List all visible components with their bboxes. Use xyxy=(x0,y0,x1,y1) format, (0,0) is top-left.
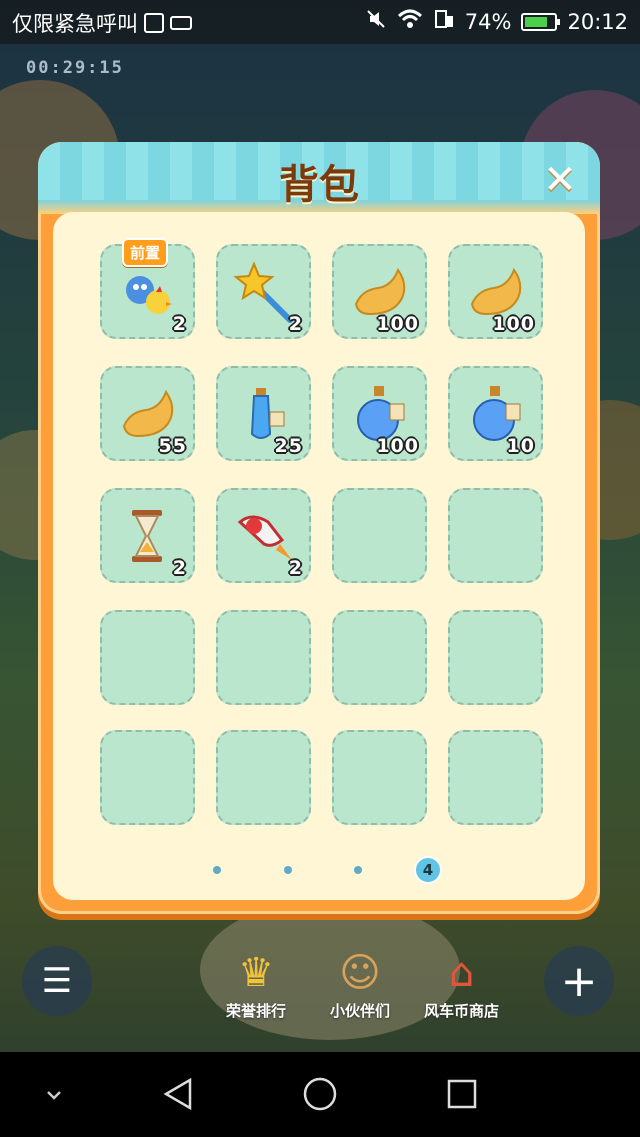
battery-percent: 74% xyxy=(464,9,512,34)
inventory-slot-empty[interactable] xyxy=(332,610,427,705)
inventory-slot[interactable]: 2 xyxy=(100,488,195,583)
clock: 20:12 xyxy=(567,9,628,34)
item-quantity: 10 xyxy=(506,435,535,457)
battery-icon xyxy=(521,12,561,31)
back-icon xyxy=(163,1077,192,1111)
dialog-title: 背包 xyxy=(279,162,359,208)
ranking-button[interactable]: ♛ 荣誉排行 xyxy=(226,950,286,1021)
page-dot[interactable] xyxy=(354,866,362,874)
shop-button[interactable]: ⌂ 风车币商店 xyxy=(424,950,499,1021)
collapse-icon xyxy=(47,1091,61,1100)
back-button[interactable] xyxy=(156,1072,200,1116)
crown-icon: ♛ xyxy=(238,950,274,996)
inventory-slot-empty[interactable] xyxy=(216,610,311,705)
close-icon: ✕ xyxy=(543,157,577,203)
wifi-icon xyxy=(397,8,423,35)
close-button[interactable]: ✕ xyxy=(538,160,582,204)
page-dot[interactable] xyxy=(284,866,292,874)
recents-button[interactable] xyxy=(440,1072,484,1116)
home-button[interactable] xyxy=(298,1072,342,1116)
event-timer: 00:29:15 xyxy=(26,58,124,78)
add-button[interactable]: + xyxy=(544,946,614,1016)
item-quantity: 100 xyxy=(492,313,535,335)
item-quantity: 55 xyxy=(158,435,187,457)
system-nav-bar xyxy=(0,1052,640,1137)
inventory-slot[interactable]: 100 xyxy=(448,244,543,339)
keyboard-icon xyxy=(170,16,192,30)
hourglass-icon xyxy=(132,510,162,562)
inventory-slot[interactable]: 55 xyxy=(100,366,195,461)
inventory-slot[interactable]: 10 xyxy=(448,366,543,461)
inventory-slot[interactable]: 2 xyxy=(216,244,311,339)
status-bar: 仅限紧急呼叫 74% 20:12 xyxy=(0,0,640,44)
inventory-slot[interactable]: 100 xyxy=(332,244,427,339)
collapse-button[interactable] xyxy=(32,1072,76,1116)
inventory-slot-empty[interactable] xyxy=(100,730,195,825)
list-icon: ☰ xyxy=(41,961,73,1001)
gallery-icon xyxy=(144,13,164,33)
page-dot[interactable] xyxy=(213,866,221,874)
inventory-slot[interactable]: 前置 2 xyxy=(100,238,195,339)
item-quantity: 100 xyxy=(376,313,419,335)
inventory-slot[interactable]: 2 xyxy=(216,488,311,583)
inventory-slot-empty[interactable] xyxy=(448,610,543,705)
page-dot-current[interactable]: 4 xyxy=(414,856,442,884)
star-wand-icon xyxy=(233,261,293,323)
ranking-label: 荣誉排行 xyxy=(226,1002,287,1020)
inventory-slot-empty[interactable] xyxy=(100,610,195,705)
menu-button[interactable]: ☰ xyxy=(22,946,92,1016)
item-quantity: 2 xyxy=(172,313,187,335)
recents-icon xyxy=(447,1079,477,1109)
rocket-icon xyxy=(237,515,292,560)
shop-label: 风车币商店 xyxy=(424,1002,500,1020)
item-quantity: 2 xyxy=(288,313,303,335)
item-quantity: 25 xyxy=(274,435,303,457)
inventory-slot-empty[interactable] xyxy=(332,730,427,825)
animal-pair-icon xyxy=(126,276,172,314)
sim-icon xyxy=(433,8,455,35)
inventory-slot-empty[interactable] xyxy=(216,730,311,825)
mute-icon xyxy=(365,8,387,35)
inventory-slot-empty[interactable] xyxy=(448,730,543,825)
item-quantity: 2 xyxy=(288,557,303,579)
partners-icon: ☺ xyxy=(339,950,381,996)
inventory-slot[interactable]: 100 xyxy=(332,366,427,461)
page-indicator: 4 xyxy=(0,852,640,892)
inventory-slot[interactable]: 25 xyxy=(216,366,311,461)
partners-button[interactable]: ☺ 小伙伴们 xyxy=(330,950,390,1021)
partners-label: 小伙伴们 xyxy=(330,1002,391,1020)
item-quantity: 100 xyxy=(376,435,419,457)
inventory-slot-empty[interactable] xyxy=(332,488,427,583)
bottom-menu: ☰ ♛ 荣誉排行 ☺ 小伙伴们 ⌂ 风车币商店 + xyxy=(0,940,640,1050)
plus-icon: + xyxy=(560,955,598,1007)
item-quantity: 2 xyxy=(172,557,187,579)
carrier-text: 仅限紧急呼叫 xyxy=(12,12,138,36)
inventory-slot-empty[interactable] xyxy=(448,488,543,583)
home-icon xyxy=(303,1077,337,1111)
shop-icon: ⌂ xyxy=(448,950,475,996)
